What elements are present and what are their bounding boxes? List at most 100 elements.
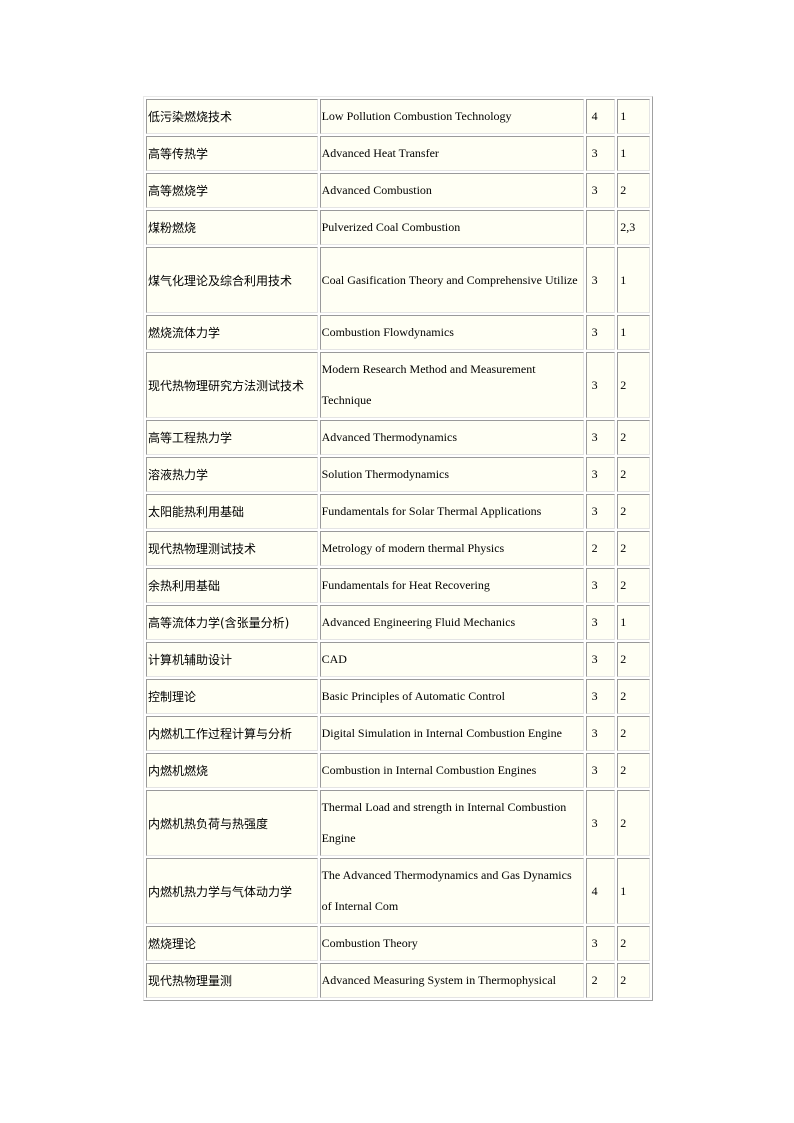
course-name-cn: 现代热物理研究方法测试技术 (146, 352, 318, 418)
course-name-en: Advanced Measuring System in Thermophysi… (319, 963, 584, 998)
course-name-cn: 内燃机工作过程计算与分析 (146, 716, 318, 751)
course-semester: 2 (617, 494, 650, 529)
table-row: 余热利用基础 Fundamentals for Heat Recovering 3 2 (146, 568, 650, 603)
course-semester: 2 (617, 173, 650, 208)
course-credits: 3 (585, 173, 616, 208)
course-name-cn: 高等流体力学(含张量分析) (146, 605, 318, 640)
course-table: 低污染燃烧技术 Low Pollution Combustion Technolo… (144, 97, 652, 1000)
table-row: 太阳能热利用基础 Fundamentals for Solar Thermal A… (146, 494, 650, 529)
course-name-en: Combustion Theory (319, 926, 584, 961)
course-semester: 1 (617, 99, 650, 134)
course-semester: 2 (617, 457, 650, 492)
table-row: 高等工程热力学 Advanced Thermodynamics 3 2 (146, 420, 650, 455)
table-row: 燃烧理论 Combustion Theory 3 2 (146, 926, 650, 961)
course-name-en: Basic Principles of Automatic Control (319, 679, 584, 714)
course-semester: 2 (617, 716, 650, 751)
course-credits: 2 (585, 531, 616, 566)
course-name-en: Advanced Thermodynamics (319, 420, 584, 455)
course-name-cn: 低污染燃烧技术 (146, 99, 318, 134)
course-name-en: Fundamentals for Heat Recovering (319, 568, 584, 603)
course-name-cn: 内燃机燃烧 (146, 753, 318, 788)
course-name-en: CAD (319, 642, 584, 677)
course-semester: 1 (617, 315, 650, 350)
course-name-en: Solution Thermodynamics (319, 457, 584, 492)
course-credits: 3 (585, 457, 616, 492)
course-credits: 3 (585, 568, 616, 603)
table-row: 高等传热学 Advanced Heat Transfer 3 1 (146, 136, 650, 171)
table-row: 内燃机热力学与气体动力学 The Advanced Thermodynamics … (146, 858, 650, 924)
course-semester: 2 (617, 352, 650, 418)
course-credits: 3 (585, 642, 616, 677)
table-row: 控制理论 Basic Principles of Automatic Contro… (146, 679, 650, 714)
course-semester: 1 (617, 136, 650, 171)
table-row: 计算机辅助设计 CAD 3 2 (146, 642, 650, 677)
table-row: 内燃机工作过程计算与分析 Digital Simulation in Intern… (146, 716, 650, 751)
course-name-cn: 太阳能热利用基础 (146, 494, 318, 529)
table-row: 现代热物理研究方法测试技术 Modern Research Method and … (146, 352, 650, 418)
course-credits (585, 210, 616, 245)
table-row: 煤粉燃烧 Pulverized Coal Combustion 2,3 (146, 210, 650, 245)
course-credits: 3 (585, 605, 616, 640)
course-name-cn: 现代热物理测试技术 (146, 531, 318, 566)
table-row: 内燃机燃烧 Combustion in Internal Combustion E… (146, 753, 650, 788)
course-name-en: Combustion Flowdynamics (319, 315, 584, 350)
course-name-cn: 余热利用基础 (146, 568, 318, 603)
course-credits: 3 (585, 352, 616, 418)
course-semester: 2 (617, 926, 650, 961)
course-credits: 4 (585, 99, 616, 134)
course-credits: 3 (585, 420, 616, 455)
course-name-en: Low Pollution Combustion Technology (319, 99, 584, 134)
course-name-en: Advanced Combustion (319, 173, 584, 208)
course-semester: 2,3 (617, 210, 650, 245)
course-semester: 2 (617, 568, 650, 603)
course-semester: 1 (617, 605, 650, 640)
table-row: 现代热物理测试技术 Metrology of modern thermal Phy… (146, 531, 650, 566)
course-name-cn: 内燃机热负荷与热强度 (146, 790, 318, 856)
course-name-en: Combustion in Internal Combustion Engine… (319, 753, 584, 788)
course-name-cn: 燃烧理论 (146, 926, 318, 961)
course-credits: 3 (585, 136, 616, 171)
course-table-container: 低污染燃烧技术 Low Pollution Combustion Technolo… (143, 96, 653, 1001)
course-credits: 4 (585, 858, 616, 924)
course-semester: 2 (617, 531, 650, 566)
course-name-en: Modern Research Method and Measurement T… (319, 352, 584, 418)
course-name-cn: 计算机辅助设计 (146, 642, 318, 677)
course-semester: 2 (617, 753, 650, 788)
course-credits: 3 (585, 716, 616, 751)
course-name-en: Advanced Engineering Fluid Mechanics (319, 605, 584, 640)
course-credits: 3 (585, 315, 616, 350)
course-semester: 1 (617, 858, 650, 924)
course-credits: 3 (585, 926, 616, 961)
table-row: 低污染燃烧技术 Low Pollution Combustion Technolo… (146, 99, 650, 134)
course-name-en: Advanced Heat Transfer (319, 136, 584, 171)
course-name-cn: 煤粉燃烧 (146, 210, 318, 245)
course-name-cn: 高等工程热力学 (146, 420, 318, 455)
table-row: 现代热物理量测 Advanced Measuring System in Ther… (146, 963, 650, 998)
table-row: 内燃机热负荷与热强度 Thermal Load and strength in I… (146, 790, 650, 856)
course-name-en: Metrology of modern thermal Physics (319, 531, 584, 566)
course-name-cn: 燃烧流体力学 (146, 315, 318, 350)
course-name-cn: 溶液热力学 (146, 457, 318, 492)
table-row: 溶液热力学 Solution Thermodynamics 3 2 (146, 457, 650, 492)
course-credits: 3 (585, 247, 616, 313)
course-credits: 3 (585, 679, 616, 714)
course-semester: 2 (617, 642, 650, 677)
course-name-en: The Advanced Thermodynamics and Gas Dyna… (319, 858, 584, 924)
course-name-en: Thermal Load and strength in Internal Co… (319, 790, 584, 856)
table-row: 燃烧流体力学 Combustion Flowdynamics 3 1 (146, 315, 650, 350)
course-semester: 2 (617, 679, 650, 714)
course-name-en: Coal Gasification Theory and Comprehensi… (319, 247, 584, 313)
course-name-cn: 内燃机热力学与气体动力学 (146, 858, 318, 924)
course-credits: 2 (585, 963, 616, 998)
course-semester: 2 (617, 963, 650, 998)
course-name-cn: 高等传热学 (146, 136, 318, 171)
course-name-cn: 控制理论 (146, 679, 318, 714)
course-name-cn: 高等燃烧学 (146, 173, 318, 208)
course-semester: 1 (617, 247, 650, 313)
table-row: 煤气化理论及综合利用技术 Coal Gasification Theory and… (146, 247, 650, 313)
course-semester: 2 (617, 790, 650, 856)
course-credits: 3 (585, 494, 616, 529)
course-name-en: Digital Simulation in Internal Combustio… (319, 716, 584, 751)
course-name-cn: 现代热物理量测 (146, 963, 318, 998)
course-name-en: Fundamentals for Solar Thermal Applicati… (319, 494, 584, 529)
